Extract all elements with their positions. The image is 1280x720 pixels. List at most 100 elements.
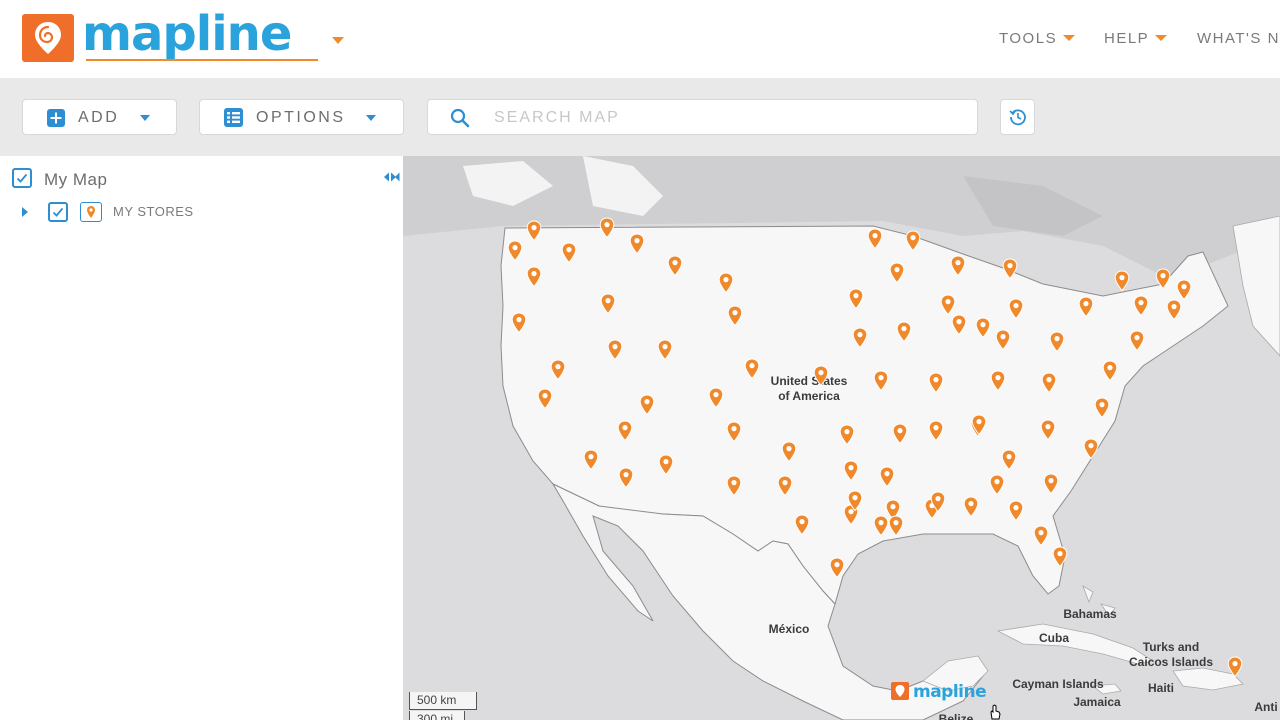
store-pin-icon[interactable] (1133, 295, 1149, 317)
nav-tools[interactable]: TOOLS (999, 30, 1076, 47)
store-pin-icon[interactable] (995, 329, 1011, 351)
store-pin-icon[interactable] (1102, 360, 1118, 382)
store-pin-icon[interactable] (1008, 298, 1024, 320)
store-pin-icon[interactable] (658, 454, 674, 476)
label-haiti: Haiti (1147, 681, 1175, 695)
store-pin-icon[interactable] (526, 220, 542, 242)
label-antigua: Anti (1254, 700, 1278, 714)
store-pin-icon[interactable] (951, 314, 967, 336)
label-bahamas: Bahamas (1063, 607, 1117, 621)
store-pin-icon[interactable] (975, 317, 991, 339)
nav-whats-new[interactable]: WHAT'S N (1197, 30, 1280, 47)
store-pin-icon[interactable] (657, 339, 673, 361)
store-pin-icon[interactable] (1008, 500, 1024, 522)
store-pin-icon[interactable] (1078, 296, 1094, 318)
store-pin-icon[interactable] (777, 475, 793, 497)
store-pin-icon[interactable] (852, 327, 868, 349)
store-pin-icon[interactable] (940, 294, 956, 316)
store-pin-icon[interactable] (892, 423, 908, 445)
nav-help[interactable]: HELP (1104, 30, 1168, 47)
store-pin-icon[interactable] (889, 262, 905, 284)
store-pin-icon[interactable] (526, 266, 542, 288)
store-pin-icon[interactable] (726, 475, 742, 497)
store-pin-icon[interactable] (727, 305, 743, 327)
store-pin-icon[interactable] (1166, 299, 1182, 321)
store-pin-icon[interactable] (667, 255, 683, 277)
store-pin-icon[interactable] (888, 515, 904, 537)
store-pin-icon[interactable] (847, 490, 863, 512)
options-button[interactable]: OPTIONS (199, 99, 404, 135)
store-pin-icon[interactable] (639, 394, 655, 416)
chevron-down-icon (140, 115, 150, 121)
store-pin-icon[interactable] (1083, 438, 1099, 460)
store-pin-icon[interactable] (928, 420, 944, 442)
store-pin-icon[interactable] (848, 288, 864, 310)
store-pin-icon[interactable] (629, 233, 645, 255)
store-pin-icon[interactable] (829, 557, 845, 579)
store-pin-icon[interactable] (873, 370, 889, 392)
store-pin-icon[interactable] (971, 414, 987, 436)
store-pin-icon[interactable] (928, 372, 944, 394)
logo-dropdown-caret-icon[interactable] (332, 37, 344, 44)
store-pin-icon[interactable] (990, 370, 1006, 392)
store-pin-icon[interactable] (1114, 270, 1130, 292)
store-pin-icon[interactable] (781, 441, 797, 463)
store-pin-icon[interactable] (718, 272, 734, 294)
store-pin-icon[interactable] (618, 467, 634, 489)
store-pin-icon[interactable] (607, 339, 623, 361)
layer-pin-icon[interactable] (80, 202, 102, 222)
chevron-down-icon (1063, 35, 1076, 41)
store-pin-icon[interactable] (1155, 268, 1171, 290)
store-pin-icon[interactable] (843, 460, 859, 482)
store-pin-icon[interactable] (600, 293, 616, 315)
map-canvas[interactable]: United States of America México Bahamas … (403, 156, 1280, 720)
store-pin-icon[interactable] (1001, 449, 1017, 471)
hand-cursor-icon (990, 704, 1001, 720)
store-pin-icon[interactable] (989, 474, 1005, 496)
mapline-logo-icon[interactable] (22, 14, 74, 62)
expand-arrow-icon[interactable] (20, 206, 30, 218)
logo-wordmark[interactable]: mapline (82, 6, 292, 62)
collapse-panel-icon[interactable] (383, 170, 403, 184)
store-pin-icon[interactable] (839, 424, 855, 446)
search-input[interactable]: SEARCH MAP (427, 99, 978, 135)
store-pin-icon[interactable] (708, 387, 724, 409)
store-pin-icon[interactable] (537, 388, 553, 410)
store-pin-icon[interactable] (794, 514, 810, 536)
store-pin-icon[interactable] (1043, 473, 1059, 495)
map-name[interactable]: My Map (44, 170, 107, 190)
store-pin-icon[interactable] (1002, 258, 1018, 280)
reset-view-button[interactable] (1000, 99, 1035, 135)
store-pin-icon[interactable] (950, 255, 966, 277)
store-pin-icon[interactable] (1033, 525, 1049, 547)
layer-visibility-checkbox[interactable] (48, 202, 68, 222)
store-pin-icon[interactable] (561, 242, 577, 264)
store-pin-icon[interactable] (963, 496, 979, 518)
store-pin-icon[interactable] (550, 359, 566, 381)
add-button[interactable]: ADD (22, 99, 177, 135)
store-pin-icon[interactable] (879, 466, 895, 488)
store-pin-icon[interactable] (896, 321, 912, 343)
store-pin-icon[interactable] (583, 449, 599, 471)
store-pin-icon[interactable] (507, 240, 523, 262)
store-pin-icon[interactable] (1049, 331, 1065, 353)
store-pin-icon[interactable] (930, 491, 946, 513)
store-pin-icon[interactable] (1176, 279, 1192, 301)
store-pin-icon[interactable] (744, 358, 760, 380)
store-pin-icon[interactable] (511, 312, 527, 334)
store-pin-icon[interactable] (1094, 397, 1110, 419)
store-pin-icon[interactable] (1227, 656, 1243, 678)
store-pin-icon[interactable] (1041, 372, 1057, 394)
store-pin-icon[interactable] (867, 228, 883, 250)
store-pin-icon[interactable] (617, 420, 633, 442)
store-pin-icon[interactable] (1040, 419, 1056, 441)
search-placeholder: SEARCH MAP (494, 109, 620, 126)
store-pin-icon[interactable] (599, 217, 615, 239)
store-pin-icon[interactable] (1129, 330, 1145, 352)
store-pin-icon[interactable] (905, 230, 921, 252)
store-pin-icon[interactable] (726, 421, 742, 443)
store-pin-icon[interactable] (1052, 546, 1068, 568)
store-pin-icon[interactable] (813, 365, 829, 387)
layer-name-my-stores[interactable]: MY STORES (113, 204, 194, 219)
map-visibility-checkbox[interactable] (12, 168, 32, 188)
